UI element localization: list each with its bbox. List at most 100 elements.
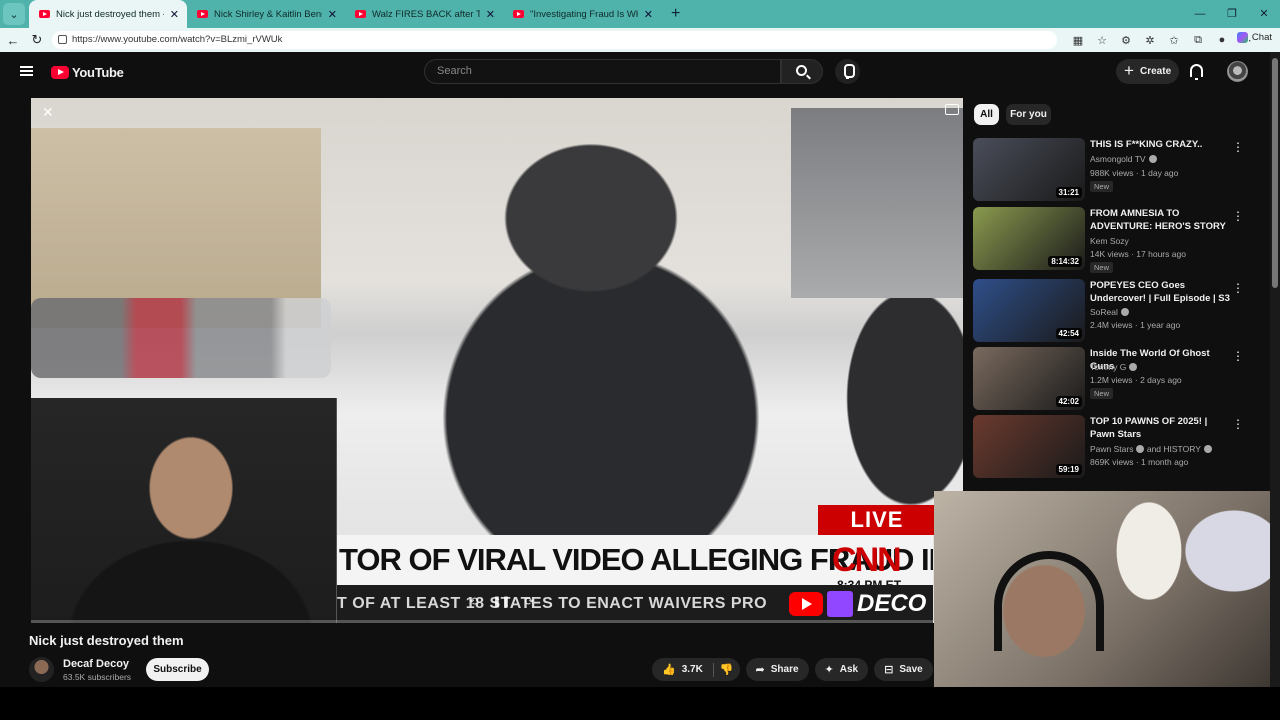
tab-close-icon[interactable]: ✕ xyxy=(328,8,337,21)
sparkle-icon: ✦ xyxy=(824,664,834,676)
streamer-webcam-left xyxy=(31,398,337,623)
minimize-icon[interactable]: — xyxy=(1184,0,1216,28)
collections-icon[interactable]: ⧉ xyxy=(1186,34,1210,47)
masthead: YouTube Search Create xyxy=(0,52,1270,92)
divider xyxy=(712,662,714,677)
refresh-icon[interactable]: ↻ xyxy=(25,32,49,48)
chip-for-you[interactable]: For you xyxy=(1006,104,1051,125)
recommendation-channel[interactable]: Asmongold TV xyxy=(1090,154,1157,164)
channel-name[interactable]: Decaf Decoy xyxy=(63,658,129,670)
recommendation-meta: 869K views · 1 month ago xyxy=(1090,457,1189,467)
tab-youtube-active[interactable]: Nick just destroyed them - YouTube ✕ xyxy=(29,0,187,28)
recommendation-title[interactable]: POPEYES CEO Goes Undercover! | Full Epis… xyxy=(1090,280,1230,305)
favorites-icon[interactable]: ✩ xyxy=(1162,34,1186,47)
recommendation-title[interactable]: FROM AMNESIA TO ADVENTURE: HERO'S STORY … xyxy=(1090,208,1230,233)
miniplayer-icon[interactable] xyxy=(945,104,959,115)
profile-icon[interactable]: ● xyxy=(1210,34,1234,46)
tab-label: "Investigating Fraud Is WHITE SUP xyxy=(530,8,638,20)
recommendation-item[interactable]: 31:21 THIS IS F**KING CRAZY.. Asmongold … xyxy=(973,138,1253,202)
like-count[interactable]: 3.7K xyxy=(682,664,703,675)
recommendation-channel[interactable]: Kem Sozy xyxy=(1090,236,1129,246)
new-tab-icon[interactable]: + xyxy=(671,5,680,23)
tab-investigating-fraud[interactable]: "Investigating Fraud Is WHITE SUP ✕ xyxy=(503,0,661,28)
more-options-icon[interactable]: ⋮ xyxy=(1232,417,1244,431)
channel-avatar[interactable] xyxy=(29,657,54,682)
maximize-icon[interactable]: ❐ xyxy=(1216,0,1248,28)
chip-all[interactable]: All xyxy=(974,104,999,125)
save-playlist-icon: ⊟ xyxy=(884,664,894,676)
save-label: Save xyxy=(899,664,923,675)
recommendation-channel[interactable]: SoReal xyxy=(1090,307,1129,317)
dislike-icon[interactable]: 👎 xyxy=(720,663,734,676)
youtube-logo[interactable]: YouTube xyxy=(51,65,124,80)
verified-icon xyxy=(1148,155,1157,163)
tab-close-icon[interactable]: ✕ xyxy=(170,8,179,21)
tab-walz[interactable]: Walz FIRES BACK after Trump team ✕ xyxy=(345,0,503,28)
twitch-logo-icon xyxy=(827,591,853,617)
share-icon: ➦ xyxy=(755,664,765,676)
recommendation-title[interactable]: THIS IS F**KING CRAZY.. xyxy=(1090,139,1230,152)
news-chyron: LIVE TOR OF VIRAL VIDEO ALLEGING FRAUD I… xyxy=(337,505,936,623)
video-thumbnail[interactable]: 42:02 xyxy=(973,347,1085,410)
close-window-icon[interactable]: ✕ xyxy=(1248,0,1280,28)
site-info-icon[interactable] xyxy=(58,35,67,44)
tab-close-icon[interactable]: ✕ xyxy=(644,8,653,21)
subscribe-button[interactable]: Subscribe xyxy=(146,658,209,681)
rewind-icon[interactable]: ⟲ xyxy=(469,595,478,608)
video-thumbnail[interactable]: 31:21 xyxy=(973,138,1085,201)
close-icon[interactable]: ✕ xyxy=(42,104,54,121)
more-options-icon[interactable]: ⋮ xyxy=(1232,281,1244,295)
recommendation-item[interactable]: 42:54 POPEYES CEO Goes Undercover! | Ful… xyxy=(973,279,1253,343)
tab-label: Nick just destroyed them - YouTube xyxy=(56,8,164,20)
video-thumbnail[interactable]: 8:14:32 xyxy=(973,207,1085,270)
like-dislike-group: 👍 3.7K 👎 xyxy=(652,658,740,681)
page-scrollbar[interactable] xyxy=(1270,52,1280,687)
tab-search-button[interactable]: ⌄ xyxy=(3,3,25,25)
url-field[interactable]: https://www.youtube.com/watch?v=BLzmi_rV… xyxy=(52,31,1057,49)
video-player[interactable]: ✕ LIVE TOR OF VIRAL VIDEO ALLEGING FRAUD… xyxy=(31,98,963,623)
recommendation-item[interactable]: 59:19 TOP 10 PAWNS OF 2025! | Pawn Stars… xyxy=(973,415,1253,479)
copilot-chat-button[interactable]: Chat xyxy=(1236,32,1272,43)
duration-badge: 42:02 xyxy=(1055,396,1082,407)
tab-nick-shirley[interactable]: Nick Shirley & Kaitlin Bennett vs. F ✕ xyxy=(187,0,345,28)
video-actions: 👍 3.7K 👎 ➦ Share ✦ Ask ⊟ Save xyxy=(652,658,933,681)
streamer-webcam-right xyxy=(934,491,1280,687)
share-button[interactable]: ➦ Share xyxy=(745,658,809,681)
search-input[interactable]: Search xyxy=(424,59,781,84)
create-button[interactable]: Create xyxy=(1116,58,1179,84)
extension-puzzle-icon[interactable]: ✲ xyxy=(1138,34,1162,47)
forward-icon[interactable]: ⟳ xyxy=(525,595,534,608)
video-scene-building xyxy=(791,108,963,298)
notifications-bell-icon[interactable] xyxy=(1190,64,1203,80)
account-avatar[interactable] xyxy=(1227,61,1248,82)
ask-button[interactable]: ✦ Ask xyxy=(814,658,869,681)
voice-search-icon[interactable] xyxy=(835,59,860,84)
video-title: Nick just destroyed them xyxy=(29,633,184,648)
recommendation-title[interactable]: TOP 10 PAWNS OF 2025! | Pawn Stars xyxy=(1090,416,1230,441)
recommendation-item[interactable]: 8:14:32 FROM AMNESIA TO ADVENTURE: HERO'… xyxy=(973,207,1253,273)
progress-bar[interactable] xyxy=(31,620,963,623)
scrollbar-thumb[interactable] xyxy=(1272,58,1278,288)
tab-close-icon[interactable]: ✕ xyxy=(486,8,495,21)
back-icon[interactable]: ← xyxy=(1,33,25,48)
search-button[interactable] xyxy=(781,59,823,84)
favorite-star-icon[interactable]: ☆ xyxy=(1090,34,1114,47)
recommendation-channel[interactable]: Pawn Stars and HISTORY xyxy=(1090,444,1212,454)
like-icon[interactable]: 👍 xyxy=(662,663,676,676)
video-thumbnail[interactable]: 59:19 xyxy=(973,415,1085,478)
more-options-icon[interactable]: ⋮ xyxy=(1232,209,1244,223)
address-bar-icons: ▦ ☆ ⚙ ✲ ✩ ⧉ ● ⋯ xyxy=(1066,28,1258,52)
chat-label: Chat xyxy=(1251,32,1272,43)
extensions-icon[interactable]: ⚙ xyxy=(1114,34,1138,47)
save-button[interactable]: ⊟ Save xyxy=(874,658,933,681)
recommendation-item[interactable]: 42:02 Inside The World Of Ghost Guns Tom… xyxy=(973,347,1253,411)
video-thumbnail[interactable]: 42:54 xyxy=(973,279,1085,342)
reading-view-icon[interactable]: ▦ xyxy=(1066,34,1090,47)
pause-icon[interactable]: ❚❚ xyxy=(492,595,510,608)
guide-menu-icon[interactable] xyxy=(20,66,33,76)
more-options-icon[interactable]: ⋮ xyxy=(1232,349,1244,363)
player-controls: ⟲ ❚❚ ⟳ xyxy=(469,595,534,608)
more-options-icon[interactable]: ⋮ xyxy=(1232,140,1244,154)
recommendation-channel[interactable]: Tommy G xyxy=(1090,362,1138,372)
video-scene-cars xyxy=(31,298,331,378)
